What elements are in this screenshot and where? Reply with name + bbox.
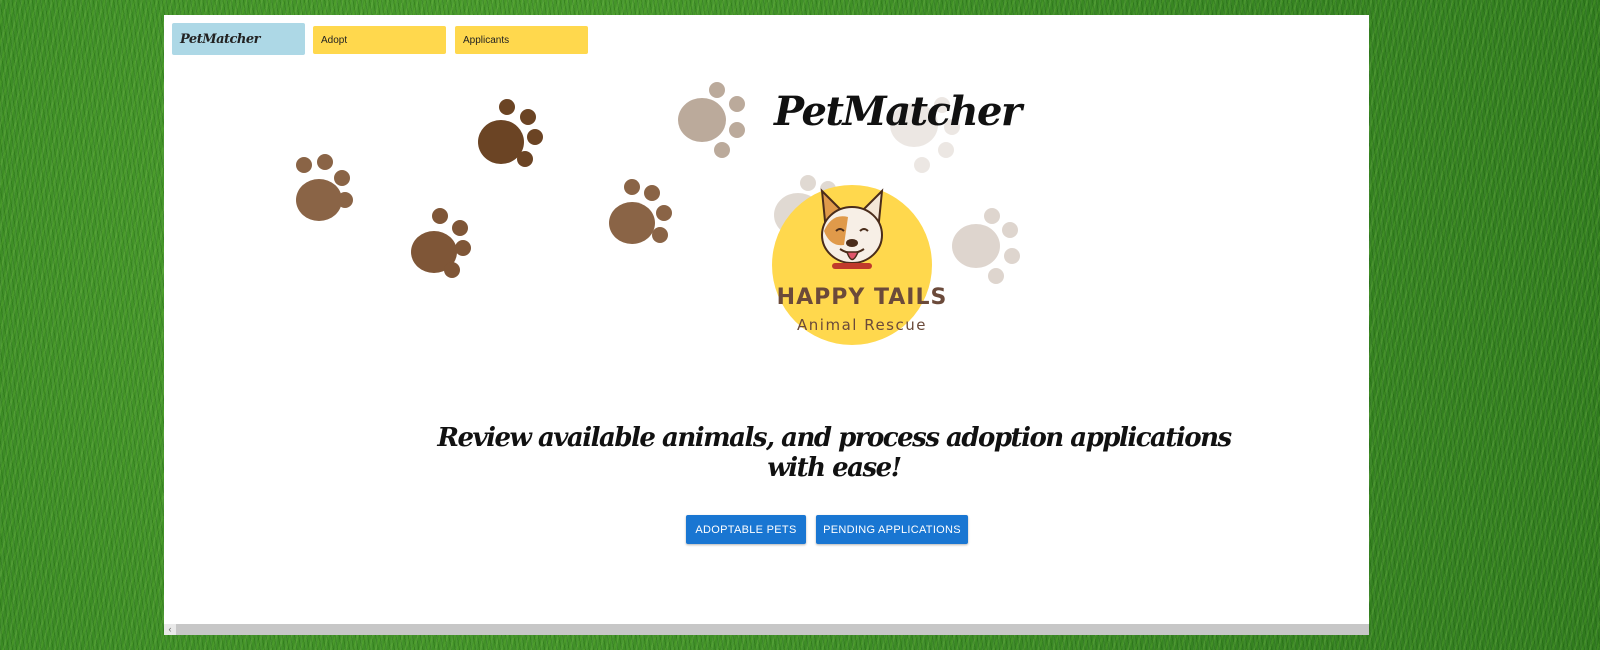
paw-print-icon (296, 154, 353, 221)
rescue-logo: HAPPY TAILS Animal Rescue (772, 185, 946, 355)
dog-face-icon (820, 188, 884, 269)
paw-print-icon (411, 208, 471, 278)
brand-button[interactable]: PetMatcher (172, 23, 305, 55)
paw-print-icon (952, 208, 1020, 284)
brand-label: PetMatcher (180, 31, 261, 47)
logo-name: HAPPY TAILS (776, 285, 948, 310)
paw-print-icon (678, 82, 745, 158)
pending-applications-button[interactable]: PENDING APPLICATIONS (816, 515, 968, 544)
nav-adopt-button[interactable]: Adopt (313, 26, 446, 54)
scroll-left-arrow-icon[interactable]: ‹ (164, 624, 176, 635)
nav-applicants-button[interactable]: Applicants (455, 26, 588, 54)
paw-print-icon (478, 99, 543, 167)
nav-applicants-label: Applicants (463, 34, 510, 46)
main-panel: PetMatcher Adopt Applicants PetMatcher H… (164, 15, 1369, 635)
paw-print-icon (609, 179, 672, 244)
horizontal-scrollbar[interactable]: ‹ (164, 624, 1369, 635)
page-title: PetMatcher (774, 88, 1022, 135)
tagline: Review available animals, and process ad… (437, 423, 1232, 483)
adoptable-pets-button[interactable]: ADOPTABLE PETS (686, 515, 806, 544)
logo-subtitle: Animal Rescue (797, 316, 927, 334)
nav-adopt-label: Adopt (321, 34, 348, 46)
